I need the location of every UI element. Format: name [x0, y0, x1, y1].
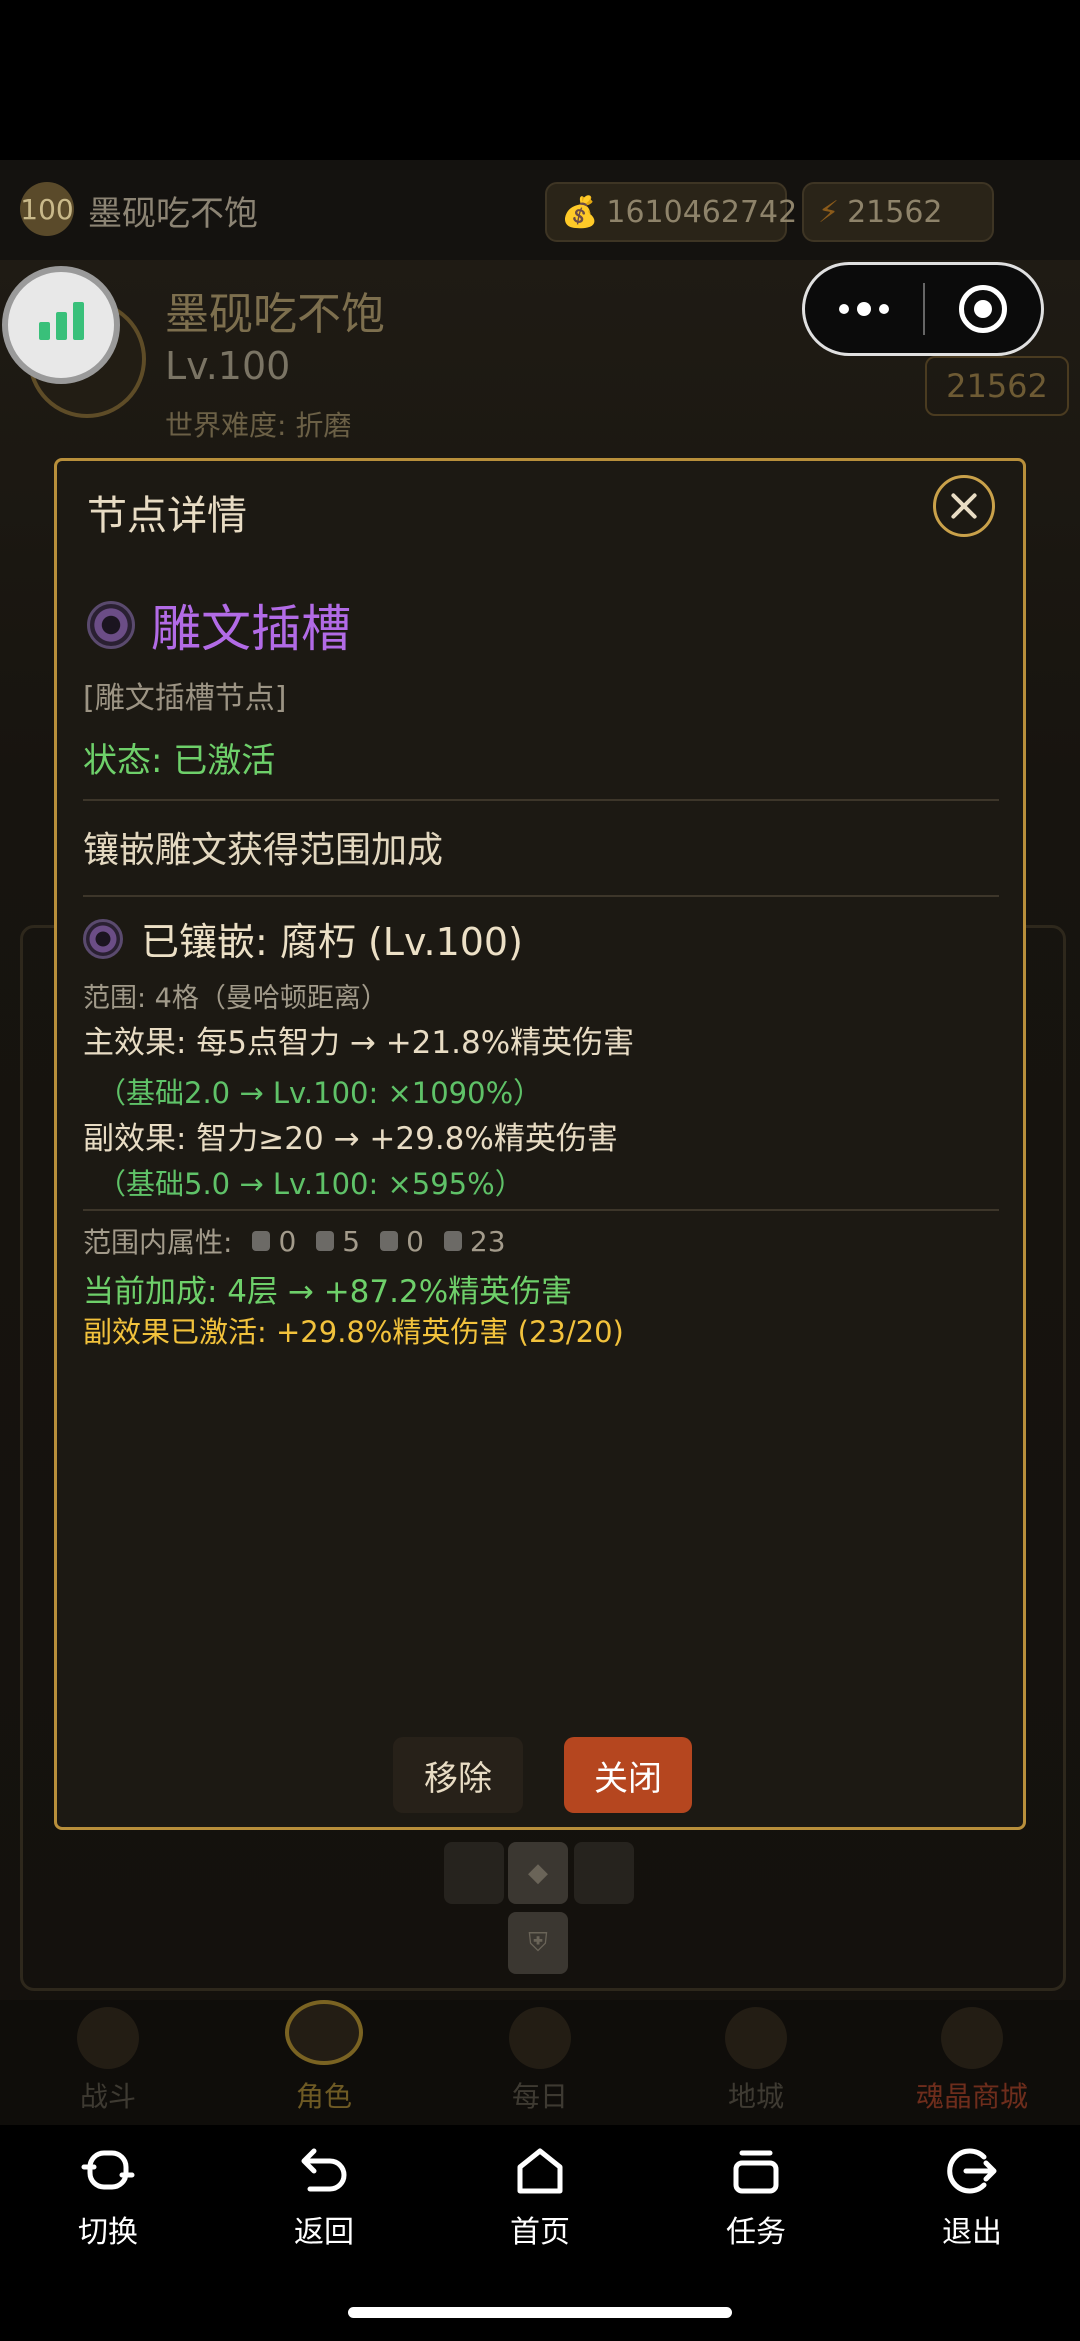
level-badge: 100 — [20, 182, 74, 236]
exit-icon — [947, 2148, 997, 2194]
node-description: 镶嵌雕文获得范围加成 — [83, 830, 444, 871]
energy-value: 21562 — [847, 194, 943, 230]
tasks-icon — [733, 2150, 779, 2194]
node-type: [雕文插槽节点] — [83, 681, 287, 716]
daily-icon — [509, 2007, 571, 2069]
tree-node[interactable] — [444, 1842, 504, 1904]
switch-icon — [81, 2150, 135, 2190]
profile-energy: 21562 — [925, 356, 1069, 416]
nav-exit[interactable]: 退出 — [864, 2143, 1080, 2251]
sub-effect: 副效果: 智力≥20 → +29.8%精英伤害 — [83, 1121, 618, 1157]
effect-range: 范围: 4格（曼哈顿距离） — [83, 983, 388, 1014]
nav-switch[interactable]: 切换 — [0, 2143, 216, 2251]
home-icon — [517, 2148, 563, 2194]
close-icon[interactable] — [933, 475, 995, 537]
main-effect: 主效果: 每5点智力 → +21.8%精英伤害 — [83, 1025, 635, 1061]
node-status: 状态: 已激活 — [83, 741, 276, 781]
node-detail-modal: 节点详情 雕文插槽 [雕文插槽节点] 状态: 已激活 镶嵌雕文获得范围加成 已镶… — [54, 458, 1026, 1830]
sub-formula: （基础5.0 → Lv.100: ×595%） — [97, 1167, 524, 1201]
tab-dungeon[interactable]: 地城 — [648, 2000, 864, 2125]
nav-home[interactable]: 首页 — [432, 2143, 648, 2251]
back-icon — [301, 2148, 347, 2192]
character-icon — [285, 2000, 363, 2065]
tab-daily[interactable]: 每日 — [432, 2000, 648, 2125]
lightning-icon: ⚡ — [818, 194, 840, 230]
attribute-1-icon — [252, 1231, 271, 1251]
glyph-slot-icon — [87, 601, 135, 649]
more-dots-icon[interactable] — [805, 302, 923, 316]
gold-value: 1610462742 — [606, 194, 798, 230]
close-button[interactable]: 关闭 — [564, 1737, 692, 1813]
remove-button[interactable]: 移除 — [393, 1737, 523, 1813]
node-name: 雕文插槽 — [151, 600, 351, 658]
dungeon-icon — [725, 2007, 787, 2069]
main-formula: （基础2.0 → Lv.100: ×1090%） — [97, 1076, 543, 1110]
divider — [83, 1209, 999, 1211]
node-heading: 雕文插槽 — [87, 589, 351, 661]
battle-icon — [77, 2007, 139, 2069]
gold-counter: 💰 1610462742 — [545, 182, 797, 242]
attribute-4-icon — [443, 1231, 462, 1251]
attribute-3-icon — [380, 1231, 399, 1251]
target-icon[interactable] — [925, 285, 1041, 333]
nav-back[interactable]: 返回 — [216, 2143, 432, 2251]
profile-level: Lv.100 — [165, 344, 291, 388]
divider — [83, 799, 999, 801]
current-bonus: 当前加成: 4层 → +87.2%精英伤害 — [83, 1274, 573, 1310]
bar-chart-icon — [38, 302, 84, 340]
stats-float-button[interactable] — [2, 266, 120, 384]
tab-soul-shop[interactable]: 魂晶商城 — [864, 2000, 1080, 2125]
slotted-glyph: 已镶嵌: 腐朽 (Lv.100) — [83, 911, 523, 966]
world-difficulty: 世界难度: 折磨 — [165, 409, 352, 442]
tab-battle[interactable]: 战斗 — [0, 2000, 216, 2125]
divider — [83, 895, 999, 897]
energy-counter: ⚡ 21562 — [802, 182, 994, 242]
sub-effect-active: 副效果已激活: +29.8%精英伤害 (23/20) — [83, 1315, 624, 1349]
tab-character[interactable]: 角色 — [216, 2000, 432, 2125]
game-tab-bar: 战斗 角色 每日 地城 魂晶商城 — [0, 2000, 1080, 2125]
range-attributes: 范围内属性: 0 5 0 23 — [83, 1224, 506, 1260]
attribute-2-icon — [316, 1231, 335, 1251]
tree-node[interactable] — [574, 1842, 634, 1904]
glyph-icon — [83, 918, 123, 959]
home-indicator[interactable] — [348, 2307, 732, 2318]
nav-tasks[interactable]: 任务 — [648, 2143, 864, 2251]
soul-crystal-icon — [941, 2007, 1003, 2069]
money-bag-icon: 💰 — [561, 194, 599, 230]
tree-node-shield[interactable]: ⛨ — [508, 1912, 568, 1974]
miniprogram-capsule — [802, 262, 1044, 356]
tree-node[interactable]: ◆ — [508, 1842, 568, 1904]
player-name: 墨砚吃不饱 — [88, 194, 258, 234]
profile-name: 墨砚吃不饱 — [165, 289, 385, 340]
modal-title: 节点详情 — [87, 493, 247, 539]
